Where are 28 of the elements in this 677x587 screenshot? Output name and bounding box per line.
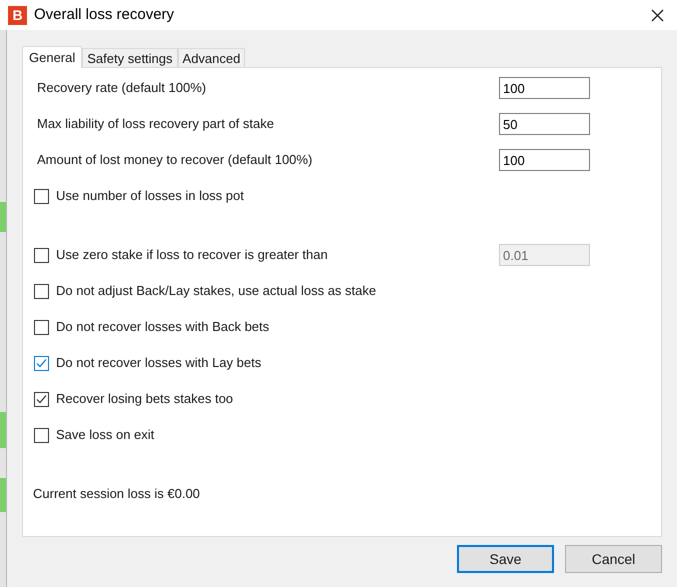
field-label: Amount of lost money to recover (default 100%) bbox=[37, 151, 312, 170]
tab[interactable]: Advanced bbox=[178, 48, 246, 67]
tab[interactable]: General bbox=[22, 46, 82, 68]
checkbox[interactable] bbox=[34, 320, 49, 334]
input-field[interactable]: 100 bbox=[499, 77, 590, 99]
checkbox-label: Do not adjust Back/Lay stakes, use actual loss as stake bbox=[56, 282, 376, 300]
input-field[interactable]: 50 bbox=[499, 113, 590, 135]
dialog-button[interactable]: Save bbox=[457, 545, 554, 573]
app-logo: B bbox=[8, 6, 27, 24]
field-label: Max liability of loss recovery part of stake bbox=[37, 115, 274, 134]
tab[interactable]: Safety settings bbox=[82, 48, 178, 67]
session-loss-text: Current session loss is €0.00 bbox=[33, 484, 201, 502]
window-title: Overall loss recovery bbox=[34, 4, 174, 25]
checkbox-label: Use number of losses in loss pot bbox=[56, 187, 244, 206]
checkbox[interactable] bbox=[34, 356, 49, 370]
input-field[interactable]: 100 bbox=[499, 149, 590, 171]
close-icon[interactable] bbox=[651, 8, 664, 22]
dialog-button[interactable]: Cancel bbox=[565, 545, 662, 573]
checkbox[interactable] bbox=[34, 428, 49, 442]
checkbox[interactable] bbox=[34, 188, 49, 204]
field-label: Recovery rate (default 100%) bbox=[37, 79, 206, 98]
checkbox-label: Save loss on exit bbox=[56, 426, 154, 444]
checkbox-label: Do not recover losses with Back bets bbox=[56, 318, 270, 336]
checkbox-label: Do not recover losses with Lay bets bbox=[56, 354, 262, 372]
checkbox[interactable] bbox=[34, 392, 49, 406]
checkbox-label: Use zero stake if loss to recover is greater than bbox=[56, 246, 328, 264]
checkbox[interactable] bbox=[34, 284, 49, 298]
checkbox-label: Recover losing bets stakes too bbox=[56, 390, 234, 408]
